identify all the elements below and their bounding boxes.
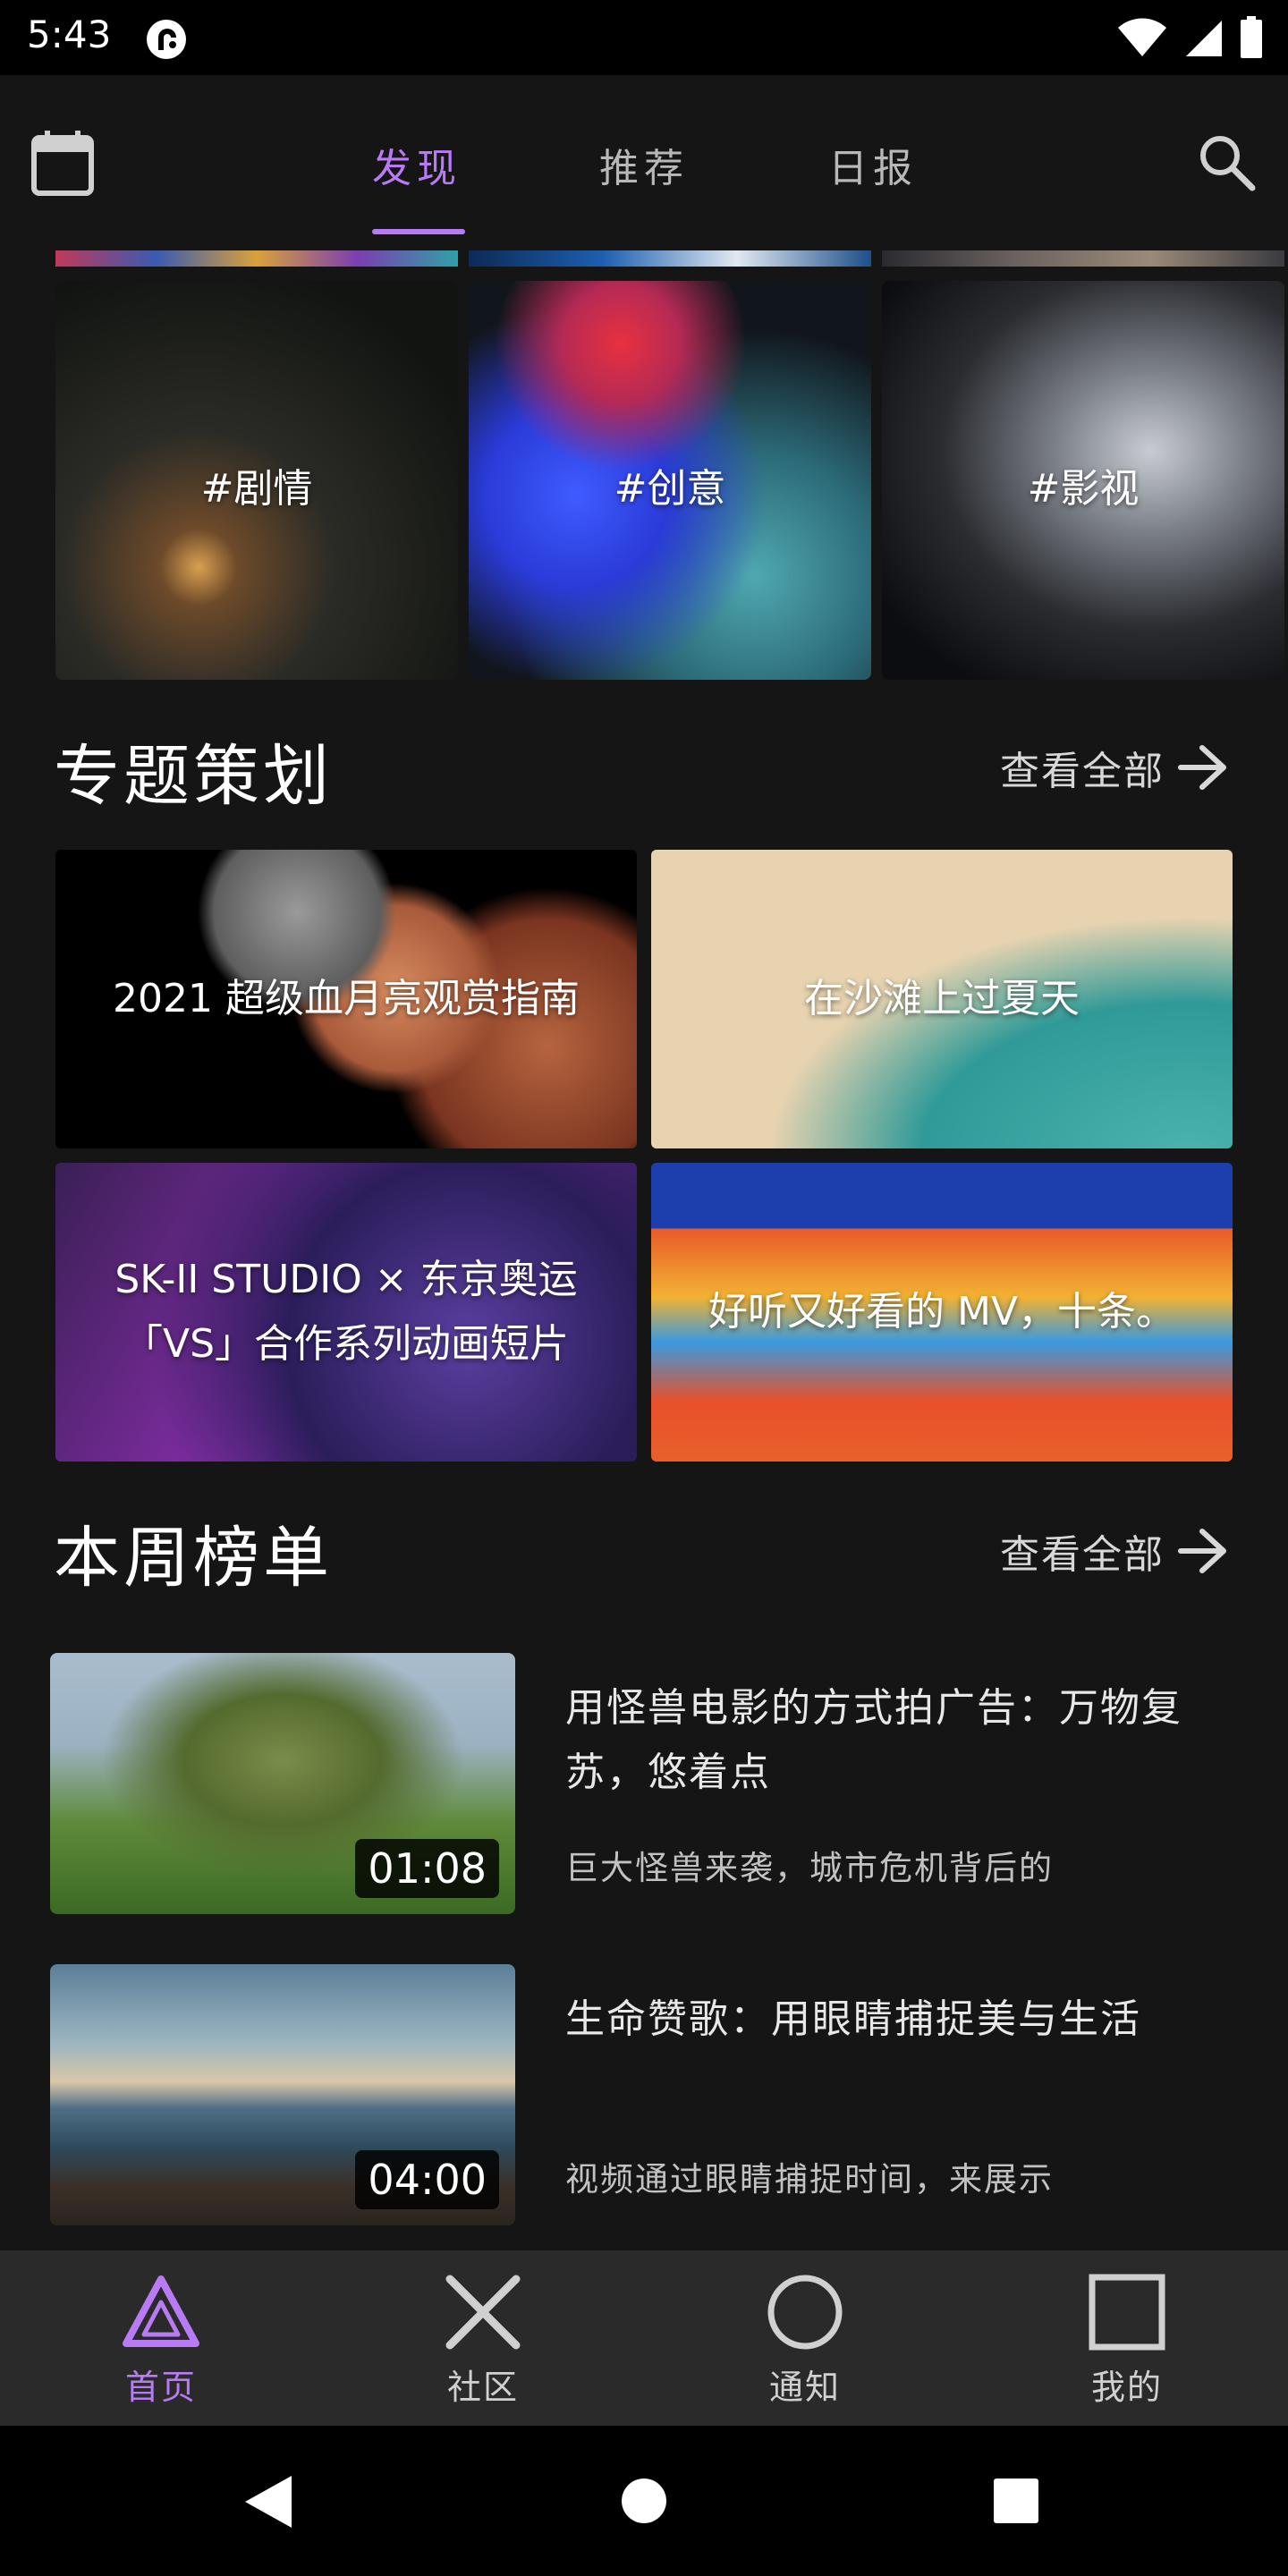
ranking-title[interactable]: 生命赞歌：用眼睛捕捉美与生活 xyxy=(565,1987,1245,2052)
topic-card-skii-studio[interactable]: SK-II STUDIO × 东京奥运「VS」合作系列动画短片 xyxy=(55,1163,637,1462)
nav-label: 社区 xyxy=(446,2368,519,2407)
category-label: #剧情 xyxy=(200,466,313,512)
back-icon[interactable] xyxy=(242,2474,295,2529)
square-icon xyxy=(1089,2274,1165,2351)
ranking-title[interactable]: 用怪兽电影的方式拍广告：万物复苏，悠着点 xyxy=(565,1676,1245,1805)
topic-card-music-videos[interactable]: 好听又好看的 MV，十条。 xyxy=(651,1163,1233,1462)
battery-icon xyxy=(1241,16,1262,58)
weekly-section-title: 本周榜单 xyxy=(54,1520,333,1597)
topics-section-title: 专题策划 xyxy=(54,738,333,815)
nav-item-community[interactable]: 社区 xyxy=(322,2250,644,2426)
weekly-view-all-button[interactable]: 查看全部 xyxy=(1000,1522,1229,1580)
ranking-thumbnail[interactable]: 01:08 xyxy=(50,1653,515,1914)
active-tab-indicator xyxy=(372,229,465,234)
status-bar: 5:43 xyxy=(0,0,1288,75)
arrow-right-icon xyxy=(1178,745,1226,790)
nav-item-notifications[interactable]: 通知 xyxy=(644,2250,966,2426)
topic-card-title: 2021 超级血月亮观赏指南 xyxy=(113,976,580,1021)
ranking-description: 视频通过眼睛捕捉时间，来展示 xyxy=(565,2160,1054,2199)
topic-card-beach-summer[interactable]: 在沙滩上过夏天 xyxy=(651,850,1233,1148)
nav-item-home[interactable]: 首页 xyxy=(0,2250,322,2426)
cross-icon xyxy=(445,2275,521,2350)
circle-icon xyxy=(767,2275,843,2350)
tab-recommend[interactable]: 推荐 xyxy=(599,136,689,193)
ranking-thumbnail[interactable]: 04:00 xyxy=(50,1964,515,2225)
category-label: #影视 xyxy=(1027,466,1140,512)
cellular-signal-icon xyxy=(1186,21,1222,56)
nav-label: 我的 xyxy=(1090,2368,1163,2407)
status-time: 5:43 xyxy=(27,13,112,56)
bottom-navigation: 首页 社区 通知 我的 xyxy=(0,2250,1288,2426)
tab-discover[interactable]: 发现 xyxy=(372,136,462,193)
topics-view-all-button[interactable]: 查看全部 xyxy=(1000,739,1229,796)
category-tile-creative[interactable]: #创意 xyxy=(469,281,871,680)
arrow-right-icon xyxy=(1178,1529,1226,1573)
tab-daily[interactable]: 日报 xyxy=(828,136,918,193)
recents-icon[interactable] xyxy=(993,2478,1039,2524)
ranking-description: 巨大怪兽来袭，城市危机背后的 xyxy=(565,1849,1054,1887)
category-label: #创意 xyxy=(614,466,726,512)
category-tile-drama[interactable]: #剧情 xyxy=(55,281,458,680)
nav-item-profile[interactable]: 我的 xyxy=(966,2250,1288,2426)
topic-card-title: SK-II STUDIO × 东京奥运「VS」合作系列动画短片 xyxy=(114,1257,578,1367)
category-tile-film[interactable]: #影视 xyxy=(882,281,1284,680)
home-icon[interactable] xyxy=(621,2478,667,2524)
category-row-previous-image xyxy=(55,250,458,267)
view-all-label: 查看全部 xyxy=(1000,1532,1165,1578)
top-app-bar: 发现 推荐 日报 xyxy=(0,75,1288,250)
view-all-label: 查看全部 xyxy=(1000,749,1165,794)
app-notification-icon xyxy=(147,20,186,59)
search-icon[interactable] xyxy=(1197,132,1256,191)
topic-card-title: 在沙滩上过夏天 xyxy=(804,976,1080,1021)
wifi-icon xyxy=(1118,18,1166,56)
topic-card-title: 好听又好看的 MV，十条。 xyxy=(708,1289,1176,1335)
calendar-icon[interactable] xyxy=(30,129,95,197)
nav-label: 通知 xyxy=(768,2368,841,2407)
category-row-previous-image xyxy=(469,250,871,267)
nav-label: 首页 xyxy=(124,2368,197,2407)
triangle-icon xyxy=(123,2275,199,2347)
video-duration: 01:08 xyxy=(355,1839,499,1898)
category-row-previous-image xyxy=(882,250,1284,267)
video-duration: 04:00 xyxy=(355,2150,499,2209)
topic-card-blood-moon[interactable]: 2021 超级血月亮观赏指南 xyxy=(55,850,637,1148)
status-indicators xyxy=(1116,14,1263,61)
system-navigation-bar xyxy=(0,2426,1288,2576)
